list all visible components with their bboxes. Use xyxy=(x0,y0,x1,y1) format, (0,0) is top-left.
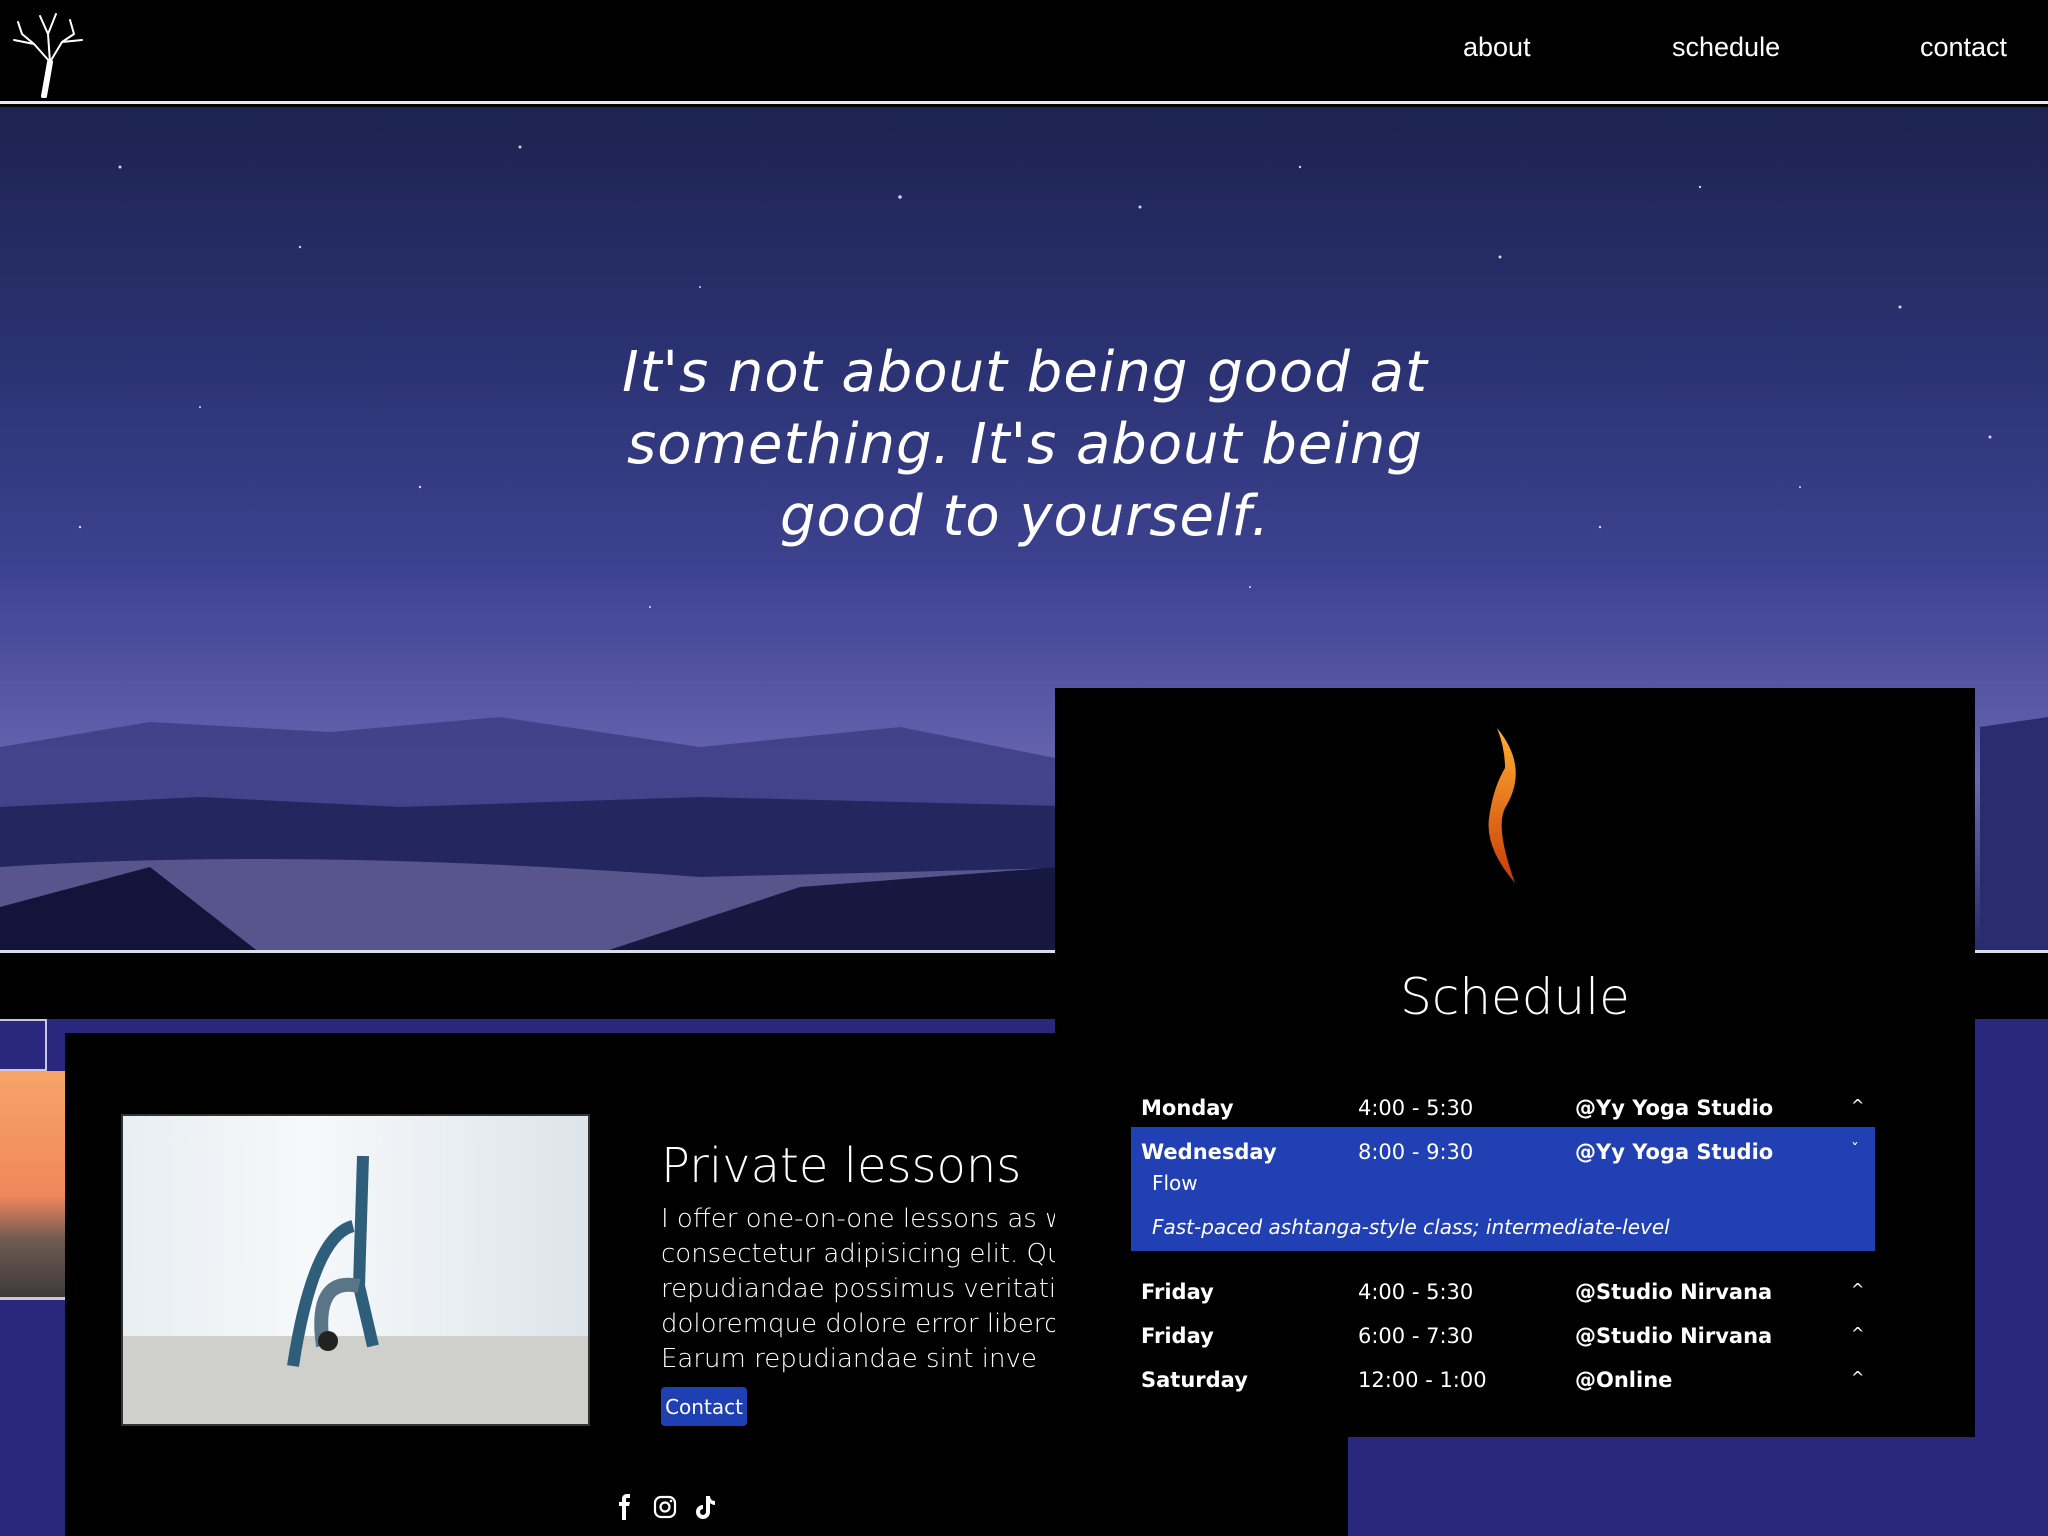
schedule-row[interactable]: Saturday 12:00 - 1:00 @Online ^ xyxy=(1131,1358,1875,1402)
contact-button[interactable]: Contact xyxy=(661,1387,747,1426)
gallery-thumb[interactable] xyxy=(0,1019,47,1071)
row-day: Friday xyxy=(1141,1280,1214,1304)
schedule-row[interactable]: Friday 6:00 - 7:30 @Studio Nirvana ^ xyxy=(1131,1314,1875,1358)
row-time: 8:00 - 9:30 xyxy=(1358,1140,1474,1164)
instagram-icon[interactable] xyxy=(652,1494,678,1520)
row-location: @Studio Nirvana xyxy=(1575,1324,1773,1348)
yoga-pose-image xyxy=(121,1114,590,1426)
schedule-title: Schedule xyxy=(1400,968,1630,1026)
schedule-row[interactable]: Wednesday 8:00 - 9:30 @Yy Yoga Studio ˇ xyxy=(1131,1130,1875,1174)
row-time: 4:00 - 5:30 xyxy=(1358,1280,1474,1304)
row-time: 6:00 - 7:30 xyxy=(1358,1324,1474,1348)
chevron-down-icon[interactable]: ˇ xyxy=(1851,1140,1859,1159)
schedule-row[interactable]: Monday 4:00 - 5:30 @Yy Yoga Studio ^ xyxy=(1131,1086,1875,1130)
lessons-text-line: I offer one-on-one lessons as well as xyxy=(661,1204,1055,1234)
facebook-icon[interactable] xyxy=(612,1494,638,1520)
hero-quote: It's not about being good at something. … xyxy=(622,340,1428,549)
row-day: Monday xyxy=(1141,1096,1234,1120)
lessons-text-line: Earum repudiandae sint inve xyxy=(661,1344,1037,1374)
chevron-up-icon[interactable]: ^ xyxy=(1851,1096,1864,1115)
flame-icon xyxy=(1488,728,1516,883)
row-location: @Studio Nirvana xyxy=(1575,1280,1773,1304)
site-header: about schedule contact xyxy=(0,0,2048,104)
nav-schedule[interactable]: schedule xyxy=(1672,32,1780,63)
class-description: Fast-paced ashtanga-style class; interme… xyxy=(1152,1215,1670,1239)
lessons-text-line: repudiandae possimus veritatis su xyxy=(661,1274,1055,1304)
row-time: 4:00 - 5:30 xyxy=(1358,1096,1474,1120)
tree-logo[interactable] xyxy=(4,4,86,98)
sunset-image xyxy=(0,1071,65,1300)
row-location: @Online xyxy=(1575,1368,1673,1392)
chevron-up-icon[interactable]: ^ xyxy=(1851,1324,1864,1343)
chevron-up-icon[interactable]: ^ xyxy=(1851,1368,1864,1387)
row-location: @Yy Yoga Studio xyxy=(1575,1140,1774,1164)
lessons-text-line: doloremque dolore error libero na xyxy=(661,1309,1055,1339)
nav-about[interactable]: about xyxy=(1463,32,1531,63)
row-location: @Yy Yoga Studio xyxy=(1575,1096,1774,1120)
nav-contact[interactable]: contact xyxy=(1920,32,2007,63)
private-lessons-content: Private lessons I offer one-on-one lesso… xyxy=(661,1130,1055,1377)
chevron-up-icon[interactable]: ^ xyxy=(1851,1280,1864,1299)
private-lessons-title: Private lessons xyxy=(661,1138,1022,1194)
class-name: Flow xyxy=(1152,1171,1198,1195)
row-day: Saturday xyxy=(1141,1368,1248,1392)
row-day: Wednesday xyxy=(1141,1140,1277,1164)
row-day: Friday xyxy=(1141,1324,1214,1348)
lessons-text-line: consectetur adipisicing elit. Quod s xyxy=(661,1239,1055,1269)
schedule-row[interactable]: Friday 4:00 - 5:30 @Studio Nirvana ^ xyxy=(1131,1270,1875,1314)
tiktok-icon[interactable] xyxy=(692,1494,718,1520)
row-time: 12:00 - 1:00 xyxy=(1358,1368,1487,1392)
